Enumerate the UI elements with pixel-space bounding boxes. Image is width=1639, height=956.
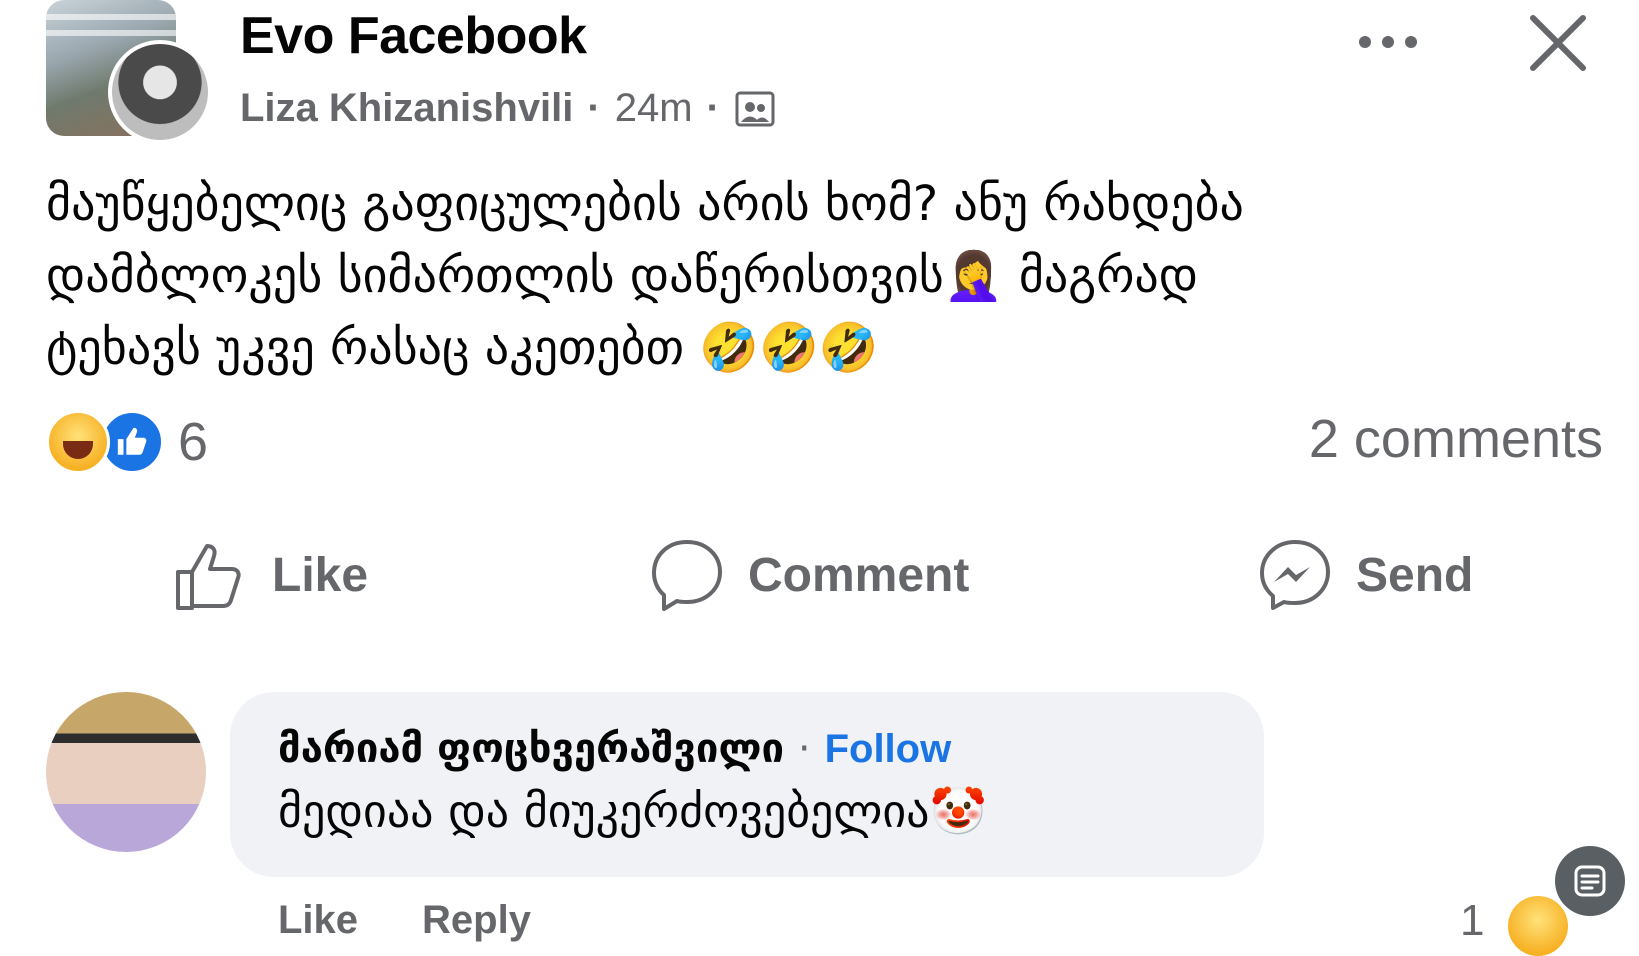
- group-name[interactable]: Evo Facebook: [240, 6, 587, 66]
- commenter-avatar[interactable]: [46, 692, 206, 852]
- comments-count[interactable]: 2 comments: [1309, 408, 1603, 470]
- meta-separator-2: ·: [706, 86, 720, 130]
- author-name[interactable]: Liza Khizanishvili: [240, 86, 573, 131]
- messenger-icon: [1260, 540, 1330, 610]
- comment-bubble-icon: [652, 540, 722, 611]
- comment-actions: Like Reply: [278, 898, 531, 943]
- more-options-icon[interactable]: [1355, 22, 1421, 62]
- post-meta: Liza Khizanishvili · 24m ·: [240, 86, 776, 131]
- send-button[interactable]: Send: [1256, 536, 1473, 614]
- close-icon[interactable]: [1527, 12, 1589, 74]
- comment-author-line: მარიამ ფოცხვერაშვილი · Follow: [278, 726, 951, 772]
- reaction-summary[interactable]: 6: [46, 410, 208, 474]
- author-avatar[interactable]: [108, 40, 212, 144]
- like-button[interactable]: Like: [172, 536, 368, 614]
- reaction-count: 6: [178, 412, 209, 472]
- send-label: Send: [1356, 548, 1474, 602]
- floating-action-button[interactable]: [1555, 846, 1625, 916]
- comment-label: Comment: [748, 548, 970, 602]
- post-text: მაუწყებელიც გაფიცულების არის ხომ? ანუ რა…: [46, 176, 1244, 376]
- post-time[interactable]: 24m: [615, 86, 693, 131]
- comment-reaction-count: 1: [1460, 896, 1485, 945]
- comment-separator: ·: [797, 726, 811, 772]
- comment-like-button[interactable]: Like: [278, 898, 358, 943]
- like-label: Like: [272, 548, 369, 602]
- haha-reaction-icon: [1508, 896, 1568, 956]
- transcript-icon: [1574, 865, 1606, 897]
- comment-button[interactable]: Comment: [648, 536, 969, 614]
- group-members-icon: [735, 91, 775, 126]
- comment-author[interactable]: მარიამ ფოცხვერაშვილი: [278, 726, 784, 772]
- comment-reply-button[interactable]: Reply: [422, 898, 531, 943]
- follow-button[interactable]: Follow: [825, 727, 952, 771]
- meta-separator: ·: [587, 86, 601, 130]
- comment-text: მედიაა და მიუკერძოვებელია🤡: [278, 784, 987, 838]
- haha-reaction-icon: [46, 410, 110, 474]
- thumbs-up-icon: [176, 544, 241, 610]
